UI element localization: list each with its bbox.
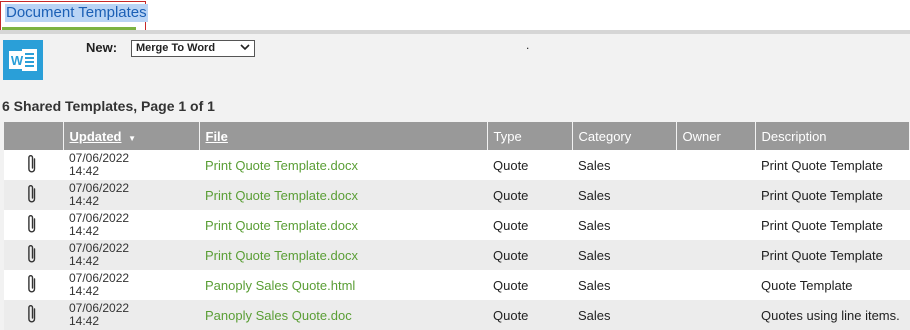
updated-cell: 07/06/2022 14:42 (63, 180, 199, 210)
stray-dot: . (526, 38, 530, 52)
description-cell: Print Quote Template (755, 240, 910, 270)
tab-label[interactable]: Document Templates (5, 4, 148, 22)
table-header-row: Updated ▼ File Type Category Owner Descr… (4, 122, 910, 150)
category-cell: Sales (572, 180, 676, 210)
table-row: 07/06/2022 14:42 Panoply Sales Quote.html Q… (4, 270, 910, 300)
file-link[interactable]: Print Quote Template.docx (199, 210, 487, 240)
column-header-type: Type (487, 122, 573, 150)
attachment-column-header (4, 122, 64, 150)
updated-time: 14:42 (69, 194, 100, 208)
new-select-value: Merge To Word (136, 42, 216, 54)
column-header-category: Category (572, 122, 677, 150)
type-cell: Quote (487, 150, 572, 180)
description-cell: Quote Template (755, 270, 910, 300)
sort-desc-icon: ▼ (128, 133, 137, 143)
description-cell: Print Quote Template (755, 150, 910, 180)
divider (0, 30, 910, 34)
owner-cell (676, 300, 755, 330)
attachment-cell (4, 300, 63, 330)
column-header-file[interactable]: File (199, 122, 488, 150)
paperclip-icon[interactable] (26, 184, 38, 208)
category-cell: Sales (572, 210, 676, 240)
chevron-down-icon (240, 41, 250, 58)
paperclip-icon[interactable] (26, 154, 38, 178)
table-row: 07/06/2022 14:42 Print Quote Template.docx… (4, 210, 910, 240)
type-cell: Quote (487, 180, 572, 210)
attachment-cell (4, 180, 63, 210)
owner-cell (676, 180, 755, 210)
column-header-owner: Owner (676, 122, 756, 150)
table-row: 07/06/2022 14:42 Print Quote Template.docx… (4, 180, 910, 210)
table-row: 07/06/2022 14:42 Print Quote Template.docx… (4, 150, 910, 180)
updated-cell: 07/06/2022 14:42 (63, 270, 199, 300)
new-template-select[interactable]: Merge To Word (131, 40, 255, 57)
paperclip-icon[interactable] (26, 274, 38, 298)
category-cell: Sales (572, 300, 676, 330)
updated-cell: 07/06/2022 14:42 (63, 150, 199, 180)
category-cell: Sales (572, 150, 676, 180)
file-link[interactable]: Print Quote Template.docx (199, 240, 487, 270)
file-link[interactable]: Print Quote Template.docx (199, 180, 487, 210)
paperclip-icon[interactable] (26, 214, 38, 238)
column-header-description: Description (755, 122, 910, 150)
tab-document-templates[interactable]: Document Templates (0, 1, 148, 31)
category-cell: Sales (572, 270, 676, 300)
file-link[interactable]: Print Quote Template.docx (199, 150, 487, 180)
updated-cell: 07/06/2022 14:42 (63, 300, 199, 330)
description-cell: Print Quote Template (755, 210, 910, 240)
word-icon[interactable]: W (3, 40, 43, 80)
description-cell: Quotes using line items. (755, 300, 910, 330)
attachment-cell (4, 150, 63, 180)
updated-time: 14:42 (69, 284, 100, 298)
paperclip-icon[interactable] (26, 304, 38, 328)
column-header-updated[interactable]: Updated ▼ (63, 122, 200, 150)
paperclip-icon[interactable] (26, 244, 38, 268)
updated-cell: 07/06/2022 14:42 (63, 210, 199, 240)
owner-cell (676, 240, 755, 270)
file-link[interactable]: Panoply Sales Quote.html (199, 270, 487, 300)
owner-cell (676, 150, 755, 180)
attachment-cell (4, 240, 63, 270)
templates-table: Updated ▼ File Type Category Owner Descr… (4, 122, 910, 330)
updated-cell: 07/06/2022 14:42 (63, 240, 199, 270)
column-header-file-label[interactable]: File (206, 129, 228, 144)
type-cell: Quote (487, 210, 572, 240)
svg-text:W: W (11, 53, 24, 68)
table-row: 07/06/2022 14:42 Print Quote Template.docx… (4, 240, 910, 270)
updated-time: 14:42 (69, 164, 100, 178)
file-link[interactable]: Panoply Sales Quote.doc (199, 300, 487, 330)
column-header-updated-label[interactable]: Updated (70, 129, 122, 144)
owner-cell (676, 210, 755, 240)
attachment-cell (4, 270, 63, 300)
description-cell: Print Quote Template (755, 180, 910, 210)
owner-cell (676, 270, 755, 300)
category-cell: Sales (572, 240, 676, 270)
type-cell: Quote (487, 300, 572, 330)
type-cell: Quote (487, 240, 572, 270)
table-row: 07/06/2022 14:42 Panoply Sales Quote.doc Qu… (4, 300, 910, 330)
updated-time: 14:42 (69, 314, 100, 328)
updated-time: 14:42 (69, 224, 100, 238)
updated-time: 14:42 (69, 254, 100, 268)
new-label: New: (86, 40, 118, 55)
top-tab-bar: Document Templates (0, 0, 910, 31)
type-cell: Quote (487, 270, 572, 300)
results-summary: 6 Shared Templates, Page 1 of 1 (2, 98, 215, 114)
attachment-cell (4, 210, 63, 240)
